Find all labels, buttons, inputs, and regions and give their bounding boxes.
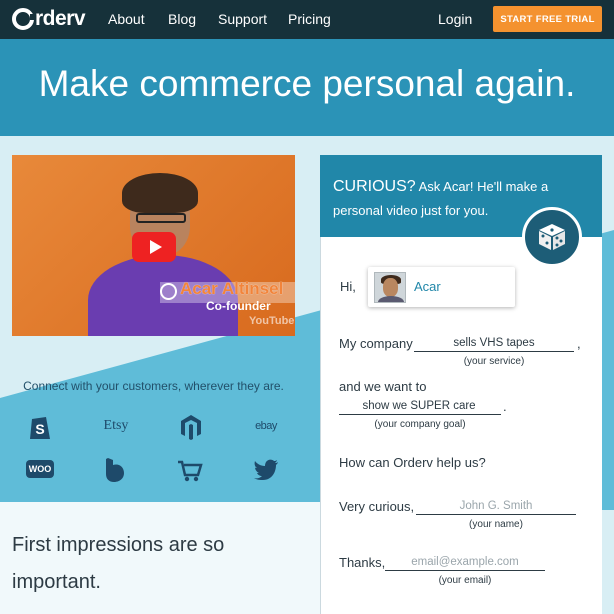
name-input-underline (416, 514, 576, 515)
hero-banner: Make commerce personal again. (0, 39, 614, 136)
goal-hint: (your company goal) (374, 419, 466, 430)
magento-icon (178, 412, 204, 442)
video-player[interactable]: Acar Altinsel Co-founder YouTube (12, 155, 295, 336)
caption-play-icon (160, 283, 177, 300)
dice-icon (539, 224, 565, 250)
name-hint: (your name) (469, 519, 523, 530)
youtube-watermark[interactable]: YouTube (249, 315, 294, 327)
twitter-icon (252, 458, 280, 482)
login-link[interactable]: Login (438, 11, 472, 27)
email-label: Thanks, (339, 555, 386, 570)
form-header-curious: CURIOUS? (333, 178, 416, 195)
nav-link-pricing[interactable]: Pricing (288, 11, 331, 27)
hi-label: Hi, (340, 279, 356, 294)
intro-heading: First impressions are so important. (12, 534, 225, 593)
goal-field-underline (339, 414, 501, 415)
video-person-hair (122, 173, 198, 213)
video-caption-role: Co-founder (206, 299, 271, 313)
play-button[interactable] (132, 232, 176, 262)
top-nav: rderv About Blog Support Pricing Login S… (0, 0, 614, 39)
company-comma: , (577, 336, 581, 351)
email-input[interactable]: email@example.com (385, 556, 545, 568)
question-text: How can Orderv help us? (339, 455, 486, 470)
dice-button[interactable] (522, 207, 582, 267)
connect-text: Connect with your customers, wherever th… (23, 379, 284, 393)
nav-link-support[interactable]: Support (218, 11, 267, 27)
goal-label: and we want to (339, 379, 427, 394)
avatar (374, 272, 406, 303)
video-person-glasses (136, 213, 186, 223)
company-hint: (your service) (463, 356, 525, 367)
logo-o-mark (12, 8, 36, 30)
company-field-underline (414, 351, 574, 352)
recipient-name: Acar (414, 279, 441, 294)
video-caption-name: Acar Altinsel (180, 279, 284, 298)
nav-link-about[interactable]: About (108, 11, 145, 27)
bigcommerce-icon (104, 456, 126, 484)
email-input-underline (385, 570, 545, 571)
company-label: My company (339, 336, 413, 351)
svg-text:S: S (35, 421, 44, 437)
shopify-icon: S (26, 412, 54, 442)
start-free-trial-button[interactable]: START FREE TRIAL (493, 6, 602, 32)
play-icon (149, 240, 162, 254)
name-label: Very curious, (339, 499, 415, 514)
nav-link-blog[interactable]: Blog (168, 11, 196, 27)
goal-field[interactable]: show we SUPER care (339, 400, 499, 412)
company-field[interactable]: sells VHS tapes (414, 337, 574, 349)
cart-icon (176, 458, 204, 484)
logo-text: rderv (35, 7, 86, 30)
orderv-logo[interactable]: rderv (12, 6, 86, 32)
email-hint: (your email) (438, 575, 492, 586)
hero-title: Make commerce personal again. (38, 63, 576, 104)
etsy-logo: Etsy (103, 418, 129, 433)
woocommerce-logo: WOO (26, 460, 54, 478)
name-input[interactable]: John G. Smith (416, 500, 576, 512)
goal-period: . (503, 399, 507, 414)
ebay-logo: ebay (255, 420, 277, 432)
